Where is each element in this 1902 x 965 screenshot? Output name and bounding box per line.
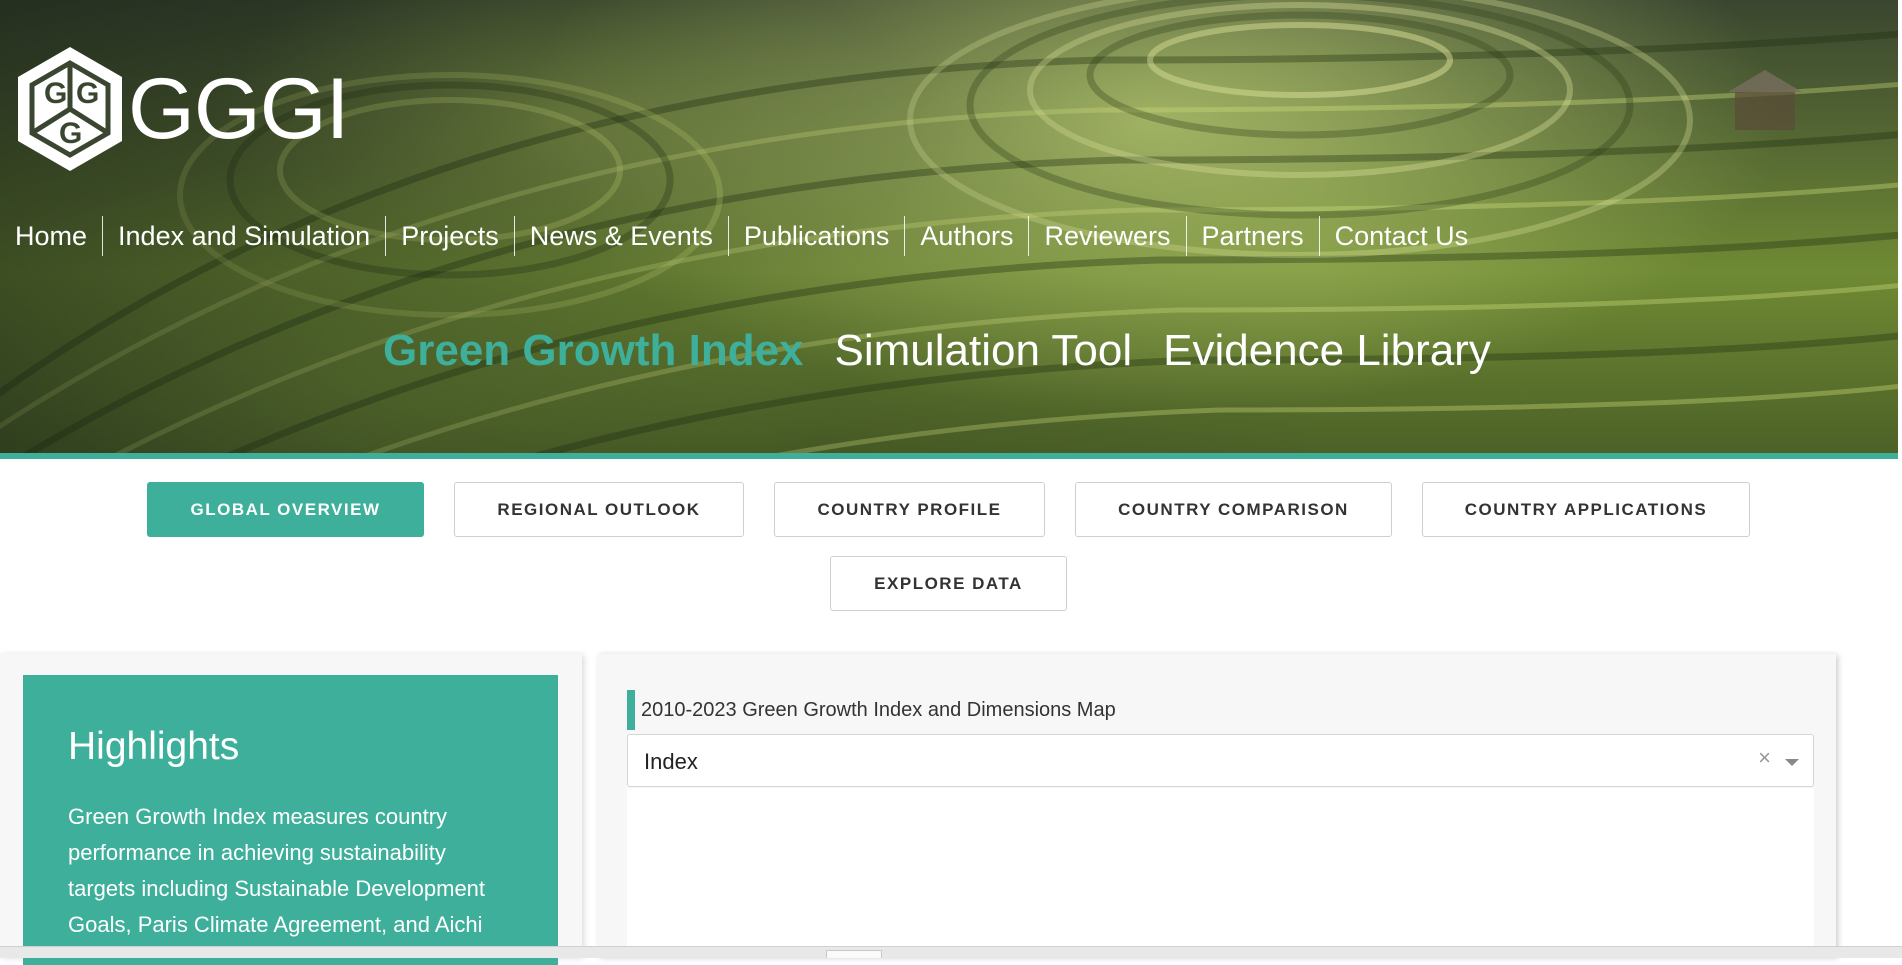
nav-news-events[interactable]: News & Events bbox=[513, 216, 728, 256]
gggi-logo-mark-icon: G G G bbox=[18, 47, 122, 171]
tool-simulation-tool[interactable]: Simulation Tool bbox=[835, 326, 1133, 376]
main-navigation: Home Index and Simulation Projects News … bbox=[0, 216, 1483, 256]
svg-text:G: G bbox=[59, 117, 82, 150]
tab-country-profile[interactable]: COUNTRY PROFILE bbox=[774, 482, 1045, 537]
map-canvas[interactable] bbox=[627, 788, 1814, 957]
nav-publications[interactable]: Publications bbox=[727, 216, 905, 256]
horizontal-scrollbar[interactable] bbox=[0, 946, 1902, 958]
tool-evidence-library[interactable]: Evidence Library bbox=[1163, 326, 1491, 376]
nav-home[interactable]: Home bbox=[0, 216, 102, 256]
highlights-title: Highlights bbox=[68, 725, 240, 768]
dimension-select[interactable]: Index × bbox=[627, 734, 1814, 787]
svg-text:G: G bbox=[44, 77, 67, 110]
tab-country-comparison[interactable]: COUNTRY COMPARISON bbox=[1075, 482, 1392, 537]
dimension-select-value: Index bbox=[644, 749, 698, 774]
tab-global-overview[interactable]: GLOBAL OVERVIEW bbox=[147, 482, 424, 537]
highlights-body: Green Growth Index measures country perf… bbox=[68, 804, 486, 937]
title-accent-bar bbox=[627, 690, 635, 730]
nav-reviewers[interactable]: Reviewers bbox=[1028, 216, 1185, 256]
map-panel-header: 2010-2023 Green Growth Index and Dimensi… bbox=[627, 690, 1116, 730]
hero-banner: G G G GGGI Home Index and Simulation Pro… bbox=[0, 0, 1898, 453]
logo-wordmark: GGGI bbox=[128, 61, 350, 157]
tab-regional-outlook[interactable]: REGIONAL OUTLOOK bbox=[454, 482, 744, 537]
gggi-logo[interactable]: G G G GGGI bbox=[14, 45, 350, 173]
nav-projects[interactable]: Projects bbox=[385, 216, 514, 256]
tab-explore-data[interactable]: EXPLORE DATA bbox=[830, 556, 1067, 611]
nav-partners[interactable]: Partners bbox=[1185, 216, 1319, 256]
chevron-down-icon[interactable] bbox=[1785, 759, 1799, 766]
tab-country-applications[interactable]: COUNTRY APPLICATIONS bbox=[1422, 482, 1750, 537]
highlights-panel: Highlights Green Growth Index measures c… bbox=[23, 675, 558, 965]
nav-authors[interactable]: Authors bbox=[904, 216, 1028, 256]
nav-index-and-simulation[interactable]: Index and Simulation bbox=[102, 216, 385, 256]
tool-switcher: Green Growth Index Simulation Tool Evide… bbox=[383, 326, 1522, 376]
hero-accent-border bbox=[0, 453, 1898, 459]
map-panel-title: 2010-2023 Green Growth Index and Dimensi… bbox=[641, 698, 1116, 721]
nav-contact-us[interactable]: Contact Us bbox=[1318, 216, 1484, 256]
svg-text:G: G bbox=[76, 77, 99, 110]
clear-icon[interactable]: × bbox=[1758, 745, 1771, 771]
tool-green-growth-index[interactable]: Green Growth Index bbox=[383, 326, 804, 376]
